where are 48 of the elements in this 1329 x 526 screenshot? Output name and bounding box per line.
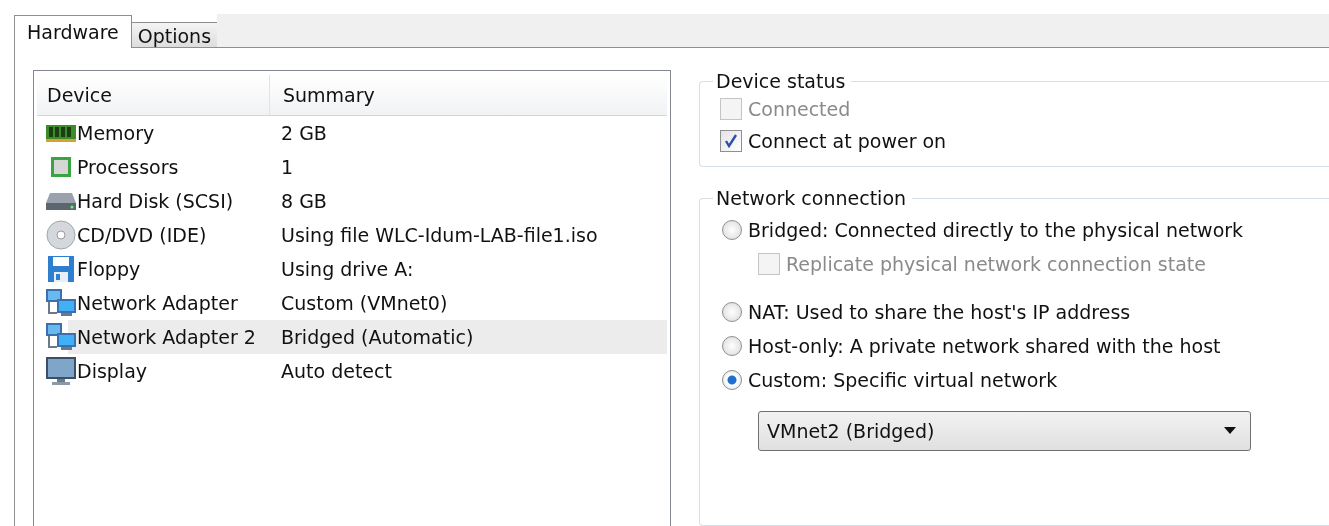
device-name: Display [77,360,148,382]
device-summary: Using drive A: [281,258,414,280]
device-name: CD/DVD (IDE) [77,224,207,246]
checkbox[interactable] [720,130,742,152]
column-header[interactable]: Summary [270,75,667,115]
radio-option[interactable]: Host-only: A private network shared with the host [720,335,1315,357]
computers-icon [45,288,77,318]
device-row[interactable]: Network Adapter Custom (VMnet0) [37,286,667,320]
radio-button[interactable] [722,370,742,390]
tab[interactable]: Hardware [14,15,132,48]
check-icon [724,134,738,148]
device-name: Hard Disk (SCSI) [77,190,234,212]
device-name: Network Adapter [77,292,238,314]
hard-drive-icon [45,190,77,212]
tab[interactable]: Options [130,22,219,48]
radio-option[interactable]: Custom: Specific virtual network [720,369,1315,391]
radio-option[interactable]: Bridged: Connected directly to the physical network [720,219,1315,241]
memory-chip-icon [45,123,77,143]
device-summary: 1 [281,156,294,178]
device-name: Floppy [77,258,141,280]
device-name: Processors [77,156,179,178]
device-summary: 8 GB [281,190,327,212]
monitor-icon [45,356,77,386]
device-row[interactable]: Processors 1 [37,150,667,184]
device-summary: Auto detect [281,360,392,382]
group-title: Network connection [715,187,908,209]
device-summary: Custom (VMnet0) [281,292,448,314]
device-row[interactable]: Display Auto detect [37,354,667,388]
device-summary: Using file WLC-Idum-LAB-file1.iso [281,224,598,246]
device-name: Network Adapter 2 [77,326,256,348]
group-title: Device status [715,70,847,92]
caret-icon [1224,427,1236,435]
radio-button[interactable] [722,302,742,322]
device-name: Memory [77,122,155,144]
device-summary: Bridged (Automatic) [281,326,474,348]
column-header[interactable]: Device [37,75,270,115]
radio-button[interactable] [722,336,742,356]
radio-button[interactable] [722,220,742,240]
network-dropdown[interactable]: VMnet2 (Bridged) [758,411,1251,451]
radio-option[interactable]: NAT: Used to share the host's IP address [720,301,1315,323]
device-summary: 2 GB [281,122,327,144]
device-row[interactable]: Memory 2 GB [37,116,667,150]
device-row[interactable]: Floppy Using drive A: [37,252,667,286]
disc-icon [45,220,77,250]
device-row[interactable]: Hard Disk (SCSI) 8 GB [37,184,667,218]
computers-icon [45,322,77,352]
checkbox-option[interactable]: Connect at power on [720,130,1315,152]
device-row[interactable]: CD/DVD (IDE) Using file WLC-Idum-LAB-file1.iso [37,218,667,252]
